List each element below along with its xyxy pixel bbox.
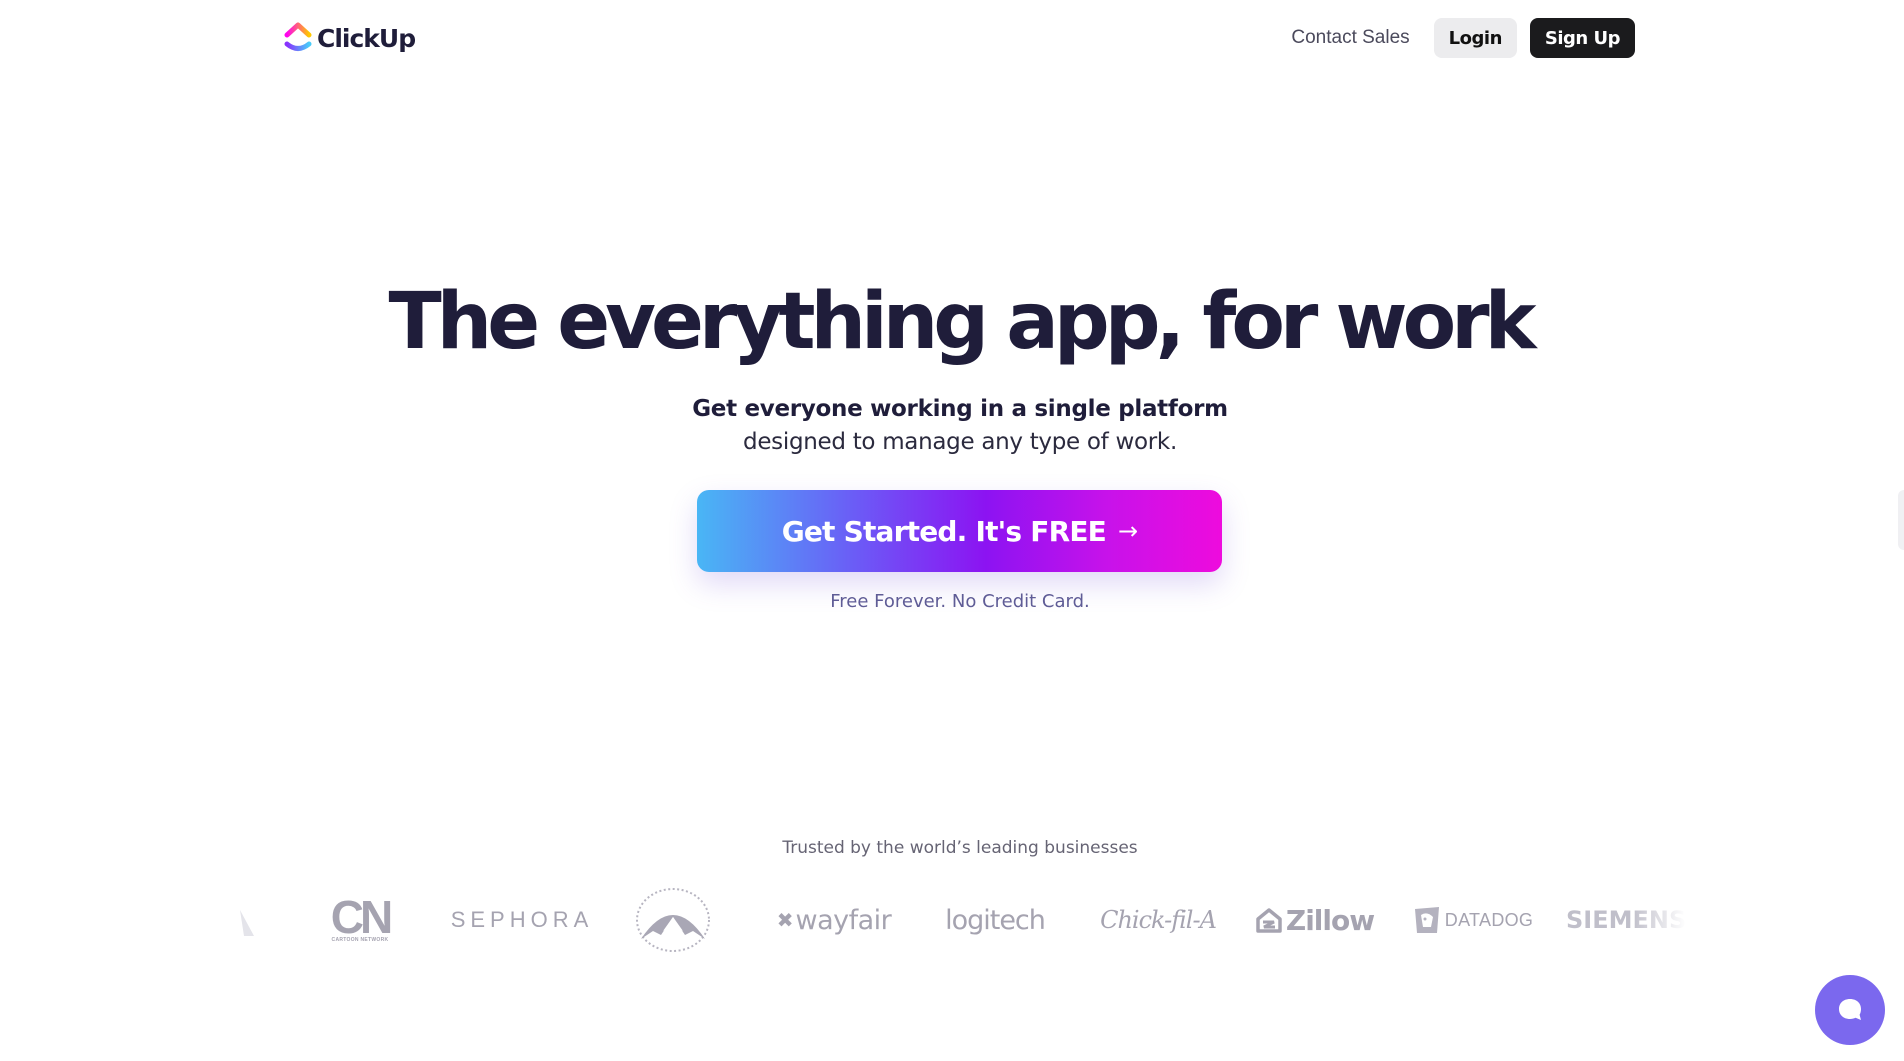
- cta-note: Free Forever. No Credit Card.: [830, 591, 1090, 612]
- wayfair-pinwheel-icon: ✖: [776, 909, 794, 932]
- signup-button[interactable]: Sign Up: [1529, 18, 1635, 58]
- cartoon-network-logo: CN CARTOON NETWORK: [322, 880, 398, 960]
- zillow-house-icon: [1256, 908, 1282, 933]
- wayfair-logo: ✖ wayfair: [774, 880, 894, 960]
- top-nav: Contact Sales Login Sign Up: [1291, 18, 1635, 58]
- paramount-mountain-icon: Paramount: [636, 888, 710, 952]
- datadog-text: DATADOG: [1444, 909, 1534, 930]
- logitech-text: logitech: [945, 904, 1046, 936]
- siemens-logo: SIEMENS: [1566, 880, 1686, 960]
- hero-subtitle-rest: designed to manage any type of work.: [743, 429, 1177, 455]
- cartoon-network-text: CN: [330, 891, 393, 943]
- zillow-logo: Zillow: [1250, 880, 1380, 960]
- hero-subtitle-bold: Get everyone working in a single platfor…: [692, 396, 1228, 422]
- clickup-logo-icon: [284, 22, 312, 51]
- chick-fil-a-logo: Chick-fil-A: [1098, 880, 1218, 960]
- wayfair-text: wayfair: [795, 904, 892, 936]
- clickup-logo[interactable]: ClickUp: [284, 22, 416, 54]
- siemens-text: SIEMENS: [1566, 906, 1686, 934]
- zillow-text: Zillow: [1285, 903, 1375, 937]
- chat-bubble-icon: [1839, 999, 1861, 1020]
- paramount-text: Paramount: [647, 904, 698, 914]
- sephora-text: SEPHORA: [450, 907, 594, 932]
- trusted-label: Trusted by the world’s leading businesse…: [782, 838, 1138, 858]
- datadog-dog-icon: [1414, 907, 1439, 933]
- arrow-right-icon: →: [1117, 517, 1138, 545]
- get-started-label: Get Started. It's FREE: [781, 514, 1107, 548]
- side-edge-tab: [1898, 490, 1904, 550]
- chat-launcher-button[interactable]: [1815, 975, 1885, 1045]
- sephora-logo: SEPHORA: [450, 880, 594, 960]
- paramount-logo: Paramount: [633, 880, 713, 960]
- datadog-logo: DATADOG: [1408, 880, 1538, 960]
- site-header: ClickUp Contact Sales Login Sign Up: [0, 0, 1904, 76]
- brand-name: ClickUp: [317, 23, 416, 53]
- login-button[interactable]: Login: [1433, 18, 1517, 58]
- logo-carousel: CN CARTOON NETWORK SEPHORA Paramount ✖ w…: [240, 880, 1686, 960]
- get-started-button[interactable]: Get Started. It's FREE →: [697, 490, 1222, 572]
- hero-subtitle: Get everyone working in a single platfor…: [640, 393, 1280, 459]
- hero-title: The everything app, for work: [388, 277, 1536, 367]
- logitech-logo: logitech: [940, 880, 1050, 960]
- cartoon-network-subtext: CARTOON NETWORK: [331, 937, 389, 943]
- chick-fil-a-text: Chick-fil-A: [1100, 906, 1217, 934]
- contact-sales-link[interactable]: Contact Sales: [1291, 27, 1409, 49]
